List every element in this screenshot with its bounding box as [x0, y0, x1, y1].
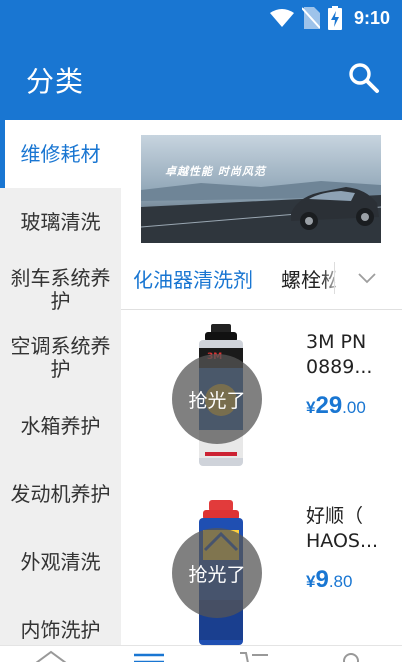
sold-out-badge: 抢光了 — [172, 528, 262, 618]
status-icons: 9:10 — [269, 6, 390, 30]
status-bar: 9:10 — [0, 0, 402, 36]
sidebar-item-engine[interactable]: 发动机养护 — [0, 460, 121, 528]
product-price: ¥29.00 — [306, 392, 366, 420]
app-bar: 分类 — [0, 36, 402, 120]
home-icon[interactable] — [34, 649, 68, 662]
sidebar-item-exterior-cleaning[interactable]: 外观清洗 — [0, 528, 121, 596]
sidebar-item-label: 内饰洗护 — [20, 617, 101, 642]
sidebar-item-label: 空调系统养护 — [10, 334, 111, 381]
banner-car-image — [141, 135, 381, 243]
status-time: 9:10 — [353, 7, 390, 28]
tab-divider — [334, 262, 335, 294]
search-button[interactable] — [346, 60, 382, 96]
sidebar-item-brake-system[interactable]: 刹车系统养护 — [0, 256, 121, 324]
product-name: 好顺（ HAOS... — [306, 504, 384, 554]
sidebar-item-label: 刹车系统养护 — [10, 266, 111, 313]
sidebar-item-ac-system[interactable]: 空调系统养护 — [0, 324, 121, 392]
page-title: 分类 — [26, 65, 85, 98]
product-name-line: 3M PN — [306, 331, 367, 353]
promo-banner[interactable]: 卓越性能 时尚风范 — [141, 135, 381, 243]
sidebar-item-label: 发动机养护 — [10, 481, 111, 506]
category-icon[interactable] — [132, 652, 166, 662]
product-name-line: 好顺（ — [306, 505, 364, 527]
sidebar-item-maintenance-supplies[interactable]: 维修耗材 — [0, 120, 121, 188]
battery-charging-icon — [327, 6, 342, 30]
sidebar-active-indicator — [0, 120, 5, 188]
bottom-navigation[interactable] — [0, 645, 402, 662]
no-sim-icon — [301, 7, 320, 29]
tab-carburetor-cleaner[interactable]: 化油器清洗剂 — [133, 264, 253, 293]
tab-fade — [321, 260, 343, 294]
product-name-line: HAOS... — [306, 530, 379, 552]
sidebar-item-label: 外观清洗 — [20, 549, 101, 574]
product-price: ¥9.80 — [306, 566, 352, 594]
sidebar-item-radiator[interactable]: 水箱养护 — [0, 392, 121, 460]
profile-icon[interactable] — [336, 649, 366, 662]
banner-headline: 卓越性能 时尚风范 — [165, 165, 266, 178]
search-icon — [349, 63, 379, 93]
price-decimal: .80 — [328, 572, 353, 591]
price-integer: 9 — [315, 566, 329, 593]
sidebar-item-label: 玻璃清洗 — [20, 209, 101, 234]
product-card[interactable]: 抢光了 好顺（ HAOS... ¥9.80 — [121, 482, 402, 652]
product-name: 3M PN 0889... — [306, 330, 384, 380]
price-integer: 29 — [315, 392, 343, 419]
tabs-divider-line — [121, 309, 402, 310]
cart-icon[interactable] — [238, 651, 272, 662]
sidebar-item-label: 维修耗材 — [20, 141, 101, 166]
product-name-line: 0889... — [306, 356, 373, 378]
sidebar-item-interior-care[interactable]: 内饰洗护 — [0, 596, 121, 645]
chevron-down-icon[interactable] — [357, 268, 377, 288]
wifi-icon — [269, 9, 294, 27]
price-decimal: .00 — [342, 398, 366, 417]
category-sidebar[interactable]: 维修耗材 玻璃清洗 刹车系统养护 空调系统养护 水箱养护 发动机养护 外观清洗 … — [0, 120, 121, 645]
subcategory-tabs[interactable]: 化油器清洗剂 螺栓松动剂 — [121, 250, 402, 306]
sidebar-item-glass-cleaning[interactable]: 玻璃清洗 — [0, 188, 121, 256]
sidebar-item-label: 水箱养护 — [20, 413, 101, 438]
product-card[interactable]: 3M 抢光了 3M PN 0889... ¥29.00 — [121, 312, 402, 482]
sold-out-badge: 抢光了 — [172, 354, 262, 444]
